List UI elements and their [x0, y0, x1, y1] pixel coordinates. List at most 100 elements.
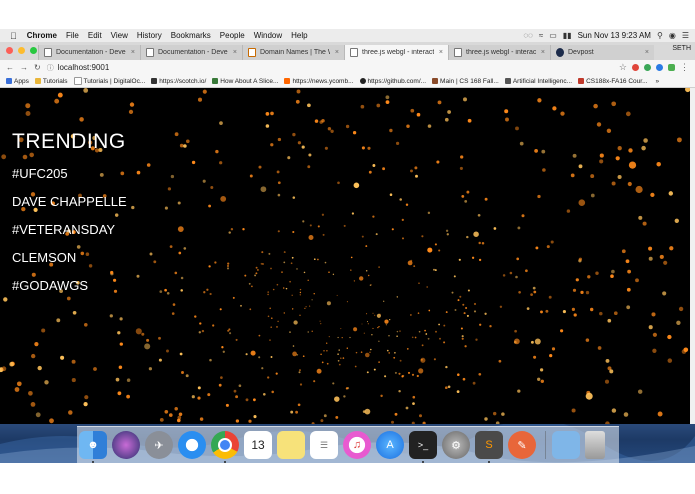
forward-arrow-icon[interactable]: →: [20, 63, 28, 72]
terminal-icon[interactable]: >_: [409, 431, 437, 463]
menubar-clock[interactable]: Sun Nov 13 9:23 AM: [578, 31, 651, 40]
tab-domain-names[interactable]: Domain Names | The Worl ×: [242, 45, 344, 60]
close-window-icon[interactable]: [6, 47, 13, 54]
battery-icon[interactable]: ▮▮: [563, 31, 572, 40]
wifi-icon[interactable]: ≈: [539, 31, 543, 40]
trending-item-4[interactable]: CLEMSON: [12, 250, 76, 265]
bookmark-apps[interactable]: Apps: [6, 78, 29, 85]
chrome-icon[interactable]: [211, 431, 239, 463]
bookmark-scotch[interactable]: https://scotch.io/: [151, 78, 206, 85]
bookmark-digitalocean[interactable]: Tutorials | DigitalOc...: [73, 77, 145, 85]
tab-documentation-2[interactable]: Documentation - Develope ×: [140, 45, 242, 60]
bookmark-cs188x[interactable]: CS188x-FA16 Cour...: [578, 78, 648, 85]
zoom-window-icon[interactable]: [30, 47, 37, 54]
webgl-canvas[interactable]: TRENDING #UFC205 DAVE CHAPPELLE #VETERAN…: [0, 88, 690, 424]
extension-square-icon[interactable]: [668, 64, 675, 71]
reminders-icon[interactable]: ☰: [310, 431, 338, 459]
siri-icon[interactable]: [112, 431, 140, 459]
info-icon[interactable]: ⓘ: [47, 63, 54, 73]
menu-help[interactable]: Help: [291, 31, 307, 40]
kite-icon[interactable]: ✎: [508, 431, 536, 459]
page-icon: [350, 48, 358, 57]
app-menu-chrome[interactable]: Chrome: [27, 31, 57, 40]
particle: [141, 332, 145, 336]
finder-icon[interactable]: ☻: [79, 431, 107, 463]
downloads-folder-icon[interactable]: [552, 431, 580, 459]
particle: [365, 352, 370, 358]
bookmarks-overflow-icon[interactable]: »: [656, 78, 660, 85]
extension-green-icon[interactable]: [644, 64, 651, 71]
close-tab-icon[interactable]: ×: [439, 49, 443, 56]
trending-item-3[interactable]: #VETERANSDAY: [12, 222, 115, 237]
siri-icon[interactable]: ◉: [669, 31, 676, 40]
particle: [637, 389, 643, 394]
launchpad-icon[interactable]: ✈: [145, 431, 173, 459]
particle: [83, 88, 89, 93]
trash-icon[interactable]: [585, 431, 605, 459]
bookmark-slice[interactable]: How About A Slice...: [212, 78, 278, 85]
tab-devpost[interactable]: Devpost ×: [550, 45, 654, 60]
menu-bookmarks[interactable]: Bookmarks: [171, 31, 211, 40]
close-tab-icon[interactable]: ×: [233, 49, 237, 56]
menu-window[interactable]: Window: [254, 31, 282, 40]
bookmark-cs168[interactable]: Main | CS 168 Fall...: [432, 78, 499, 85]
tab-documentation-1[interactable]: Documentation - Develope ×: [38, 45, 140, 60]
system-preferences-icon[interactable]: ⚙: [442, 431, 470, 459]
notification-center-icon[interactable]: ☰: [682, 31, 689, 40]
spotlight-search-icon[interactable]: ⚲: [657, 31, 663, 40]
bookmark-star-icon[interactable]: ☆: [619, 62, 627, 73]
bookmark-ai[interactable]: Artificial Intelligenc...: [504, 78, 572, 85]
particle: [308, 153, 312, 157]
close-tab-icon[interactable]: ×: [645, 49, 649, 56]
app-store-icon[interactable]: A: [376, 431, 404, 459]
particle: [517, 226, 521, 230]
particle: [652, 348, 657, 353]
close-tab-icon[interactable]: ×: [541, 49, 545, 56]
tab-threejs-active[interactable]: three.js webgl - interactive ×: [344, 45, 448, 60]
trending-item-5[interactable]: #GODAWGS: [12, 278, 88, 293]
profile-name[interactable]: SETH: [672, 45, 691, 52]
menu-history[interactable]: History: [137, 31, 162, 40]
extension-red-icon[interactable]: [632, 64, 639, 71]
notes-icon[interactable]: [277, 431, 305, 459]
chrome-menu-icon[interactable]: ⋮: [680, 62, 689, 73]
particle: [571, 408, 576, 413]
menu-edit[interactable]: Edit: [88, 31, 102, 40]
back-arrow-icon[interactable]: ←: [6, 63, 14, 72]
particle: [606, 128, 612, 133]
bookmark-github[interactable]: https://github.com/...: [359, 78, 426, 85]
reload-icon[interactable]: ↻: [34, 63, 41, 72]
omnibox[interactable]: ⓘ localhost:9001: [47, 62, 627, 73]
menu-view[interactable]: View: [111, 31, 128, 40]
particle: [290, 262, 293, 265]
particle: [170, 174, 175, 179]
particle: [459, 295, 462, 298]
particle: [610, 274, 614, 278]
close-tab-icon[interactable]: ×: [131, 49, 135, 56]
particle: [3, 297, 8, 302]
menu-file[interactable]: File: [66, 31, 79, 40]
url-text[interactable]: localhost:9001: [58, 63, 110, 72]
apple-menu-icon[interactable]: : [10, 31, 17, 41]
tab-threejs-2[interactable]: three.js webgl - interactive ×: [448, 45, 550, 60]
particle: [136, 274, 140, 278]
safari-icon[interactable]: [178, 431, 206, 459]
particle: [226, 264, 230, 268]
itunes-icon[interactable]: ♫: [343, 431, 371, 459]
minimize-window-icon[interactable]: [18, 47, 25, 54]
trending-item-1[interactable]: #UFC205: [12, 166, 68, 181]
page-scrollbar[interactable]: [690, 88, 695, 424]
airplay-icon[interactable]: ▭: [549, 31, 557, 40]
calendar-icon[interactable]: 13: [244, 431, 272, 459]
particle: [627, 181, 632, 187]
particle: [313, 293, 315, 295]
glasses-icon[interactable]: ◌◌: [523, 31, 533, 40]
trending-item-2[interactable]: DAVE CHAPPELLE: [12, 194, 127, 209]
particle: [253, 398, 256, 402]
bookmark-tutorials[interactable]: Tutorials: [34, 78, 68, 85]
sublime-text-icon[interactable]: S: [475, 431, 503, 463]
menu-people[interactable]: People: [220, 31, 245, 40]
bookmark-hackernews[interactable]: https://news.ycomb...: [284, 78, 354, 85]
close-tab-icon[interactable]: ×: [335, 49, 339, 56]
extension-blue-icon[interactable]: [656, 64, 663, 71]
